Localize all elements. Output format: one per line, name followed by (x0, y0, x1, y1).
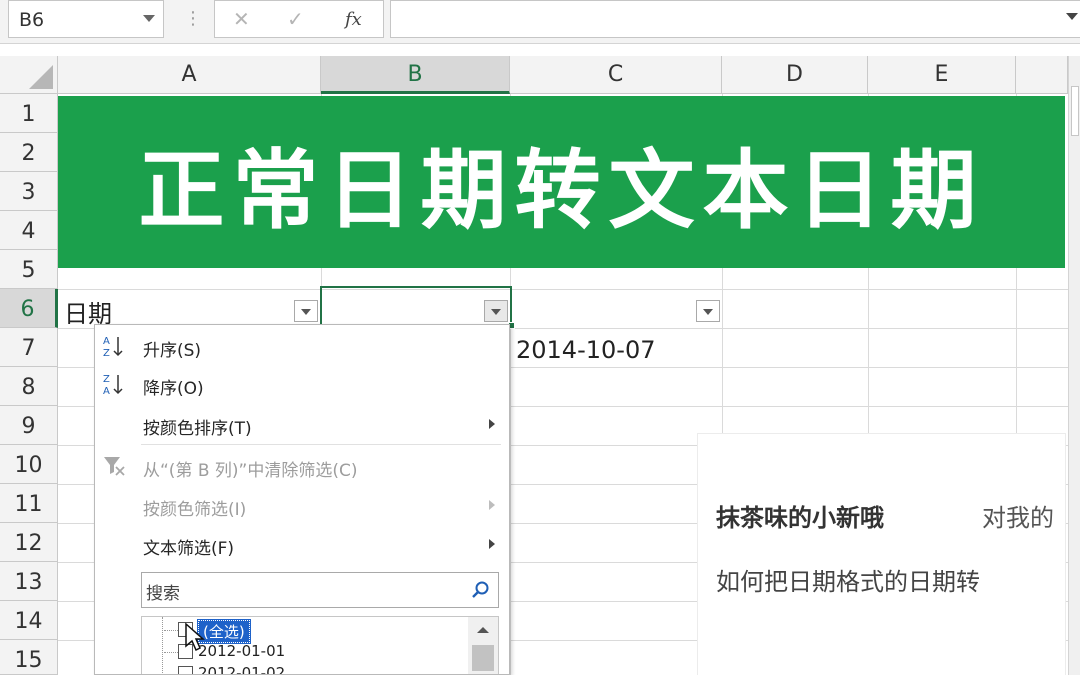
mouse-cursor-icon (185, 622, 205, 652)
row-header-13[interactable]: 13 (0, 562, 58, 601)
menu-item-sort-descending[interactable]: Z A 降序(O) (95, 365, 509, 403)
sort-descending-icon: Z A (103, 374, 123, 397)
row-header-2[interactable]: 2 (0, 133, 58, 172)
row-header-5[interactable]: 5 (0, 250, 58, 289)
column-header-e[interactable]: E (868, 56, 1016, 94)
formula-bar-grip-icon: ⋮ (184, 8, 202, 29)
row-header-6[interactable]: 6 (0, 289, 58, 328)
svg-text:Z: Z (103, 374, 110, 385)
insert-function-icon[interactable]: fx (345, 9, 362, 30)
menu-label: 从“(第 B 列)”中清除筛选(C) (143, 461, 358, 481)
column-header-b[interactable]: B (321, 56, 510, 94)
submenu-arrow-icon (489, 500, 495, 510)
row-header-8[interactable]: 8 (0, 367, 58, 406)
filter-dropdown-b[interactable] (484, 300, 508, 322)
submenu-arrow-icon (489, 419, 495, 429)
formula-bar: B6 ⋮ ✕ ✓ fx (0, 0, 1080, 44)
row-header-4[interactable]: 4 (0, 211, 58, 250)
article-text-line2: 如何把日期格式的日期转 (716, 568, 980, 596)
cancel-icon[interactable]: ✕ (233, 7, 250, 31)
search-icon (472, 581, 489, 598)
list-item-select-all[interactable]: (全选) (164, 619, 464, 644)
row-header-12[interactable]: 12 (0, 523, 58, 562)
row-header-7[interactable]: 7 (0, 328, 58, 367)
row-header-11[interactable]: 11 (0, 484, 58, 523)
menu-label: 按颜色筛选(I) (143, 500, 247, 520)
formula-buttons: ✕ ✓ fx (214, 0, 384, 38)
row-header-14[interactable]: 14 (0, 601, 58, 640)
menu-item-sort-by-color[interactable]: 按颜色排序(T) (95, 405, 509, 443)
menu-label: 升序(S) (143, 341, 202, 361)
select-all-corner[interactable] (0, 56, 58, 94)
menu-item-filter-by-color[interactable]: 按颜色筛选(I) (95, 486, 509, 524)
row-header-9[interactable]: 9 (0, 406, 58, 445)
menu-label: 文本筛选(F) (143, 539, 235, 559)
article-overlay: 抹茶味的小新哦 对我的 如何把日期格式的日期转 (698, 434, 1065, 675)
name-box-value: B6 (19, 9, 45, 31)
gridline (58, 289, 1068, 290)
menu-label: 降序(O) (143, 379, 204, 399)
banner-title: 正常日期转文本日期 (138, 140, 985, 241)
scrollbar-thumb[interactable] (1071, 86, 1079, 136)
menu-separator (141, 444, 501, 445)
search-placeholder: 搜索 (146, 584, 180, 604)
menu-item-clear-filter[interactable]: 从“(第 B 列)”中清除筛选(C) (95, 447, 509, 485)
formula-input[interactable] (390, 0, 1080, 38)
menu-item-sort-ascending[interactable]: A Z 升序(S) (95, 327, 509, 365)
filter-dropdown-c[interactable] (696, 300, 720, 322)
expand-formula-bar-icon[interactable] (1066, 13, 1078, 20)
article-author[interactable]: 抹茶味的小新哦 (716, 498, 884, 533)
svg-text:A: A (103, 336, 110, 347)
column-header-a[interactable]: A (58, 56, 321, 94)
filter-search-input[interactable]: 搜索 (141, 572, 499, 608)
autofilter-menu: A Z 升序(S) Z A 降序(O) 按颜色排序(T) 从“(第 B 列)”中… (94, 324, 510, 675)
vertical-scrollbar[interactable] (1068, 56, 1080, 675)
clear-filter-icon (104, 457, 125, 476)
filter-dropdown-a[interactable] (294, 300, 318, 322)
scroll-up-icon[interactable] (477, 627, 489, 633)
title-banner[interactable]: 正常日期转文本日期 (58, 96, 1065, 268)
row-header-15[interactable]: 15 (0, 640, 58, 675)
svg-text:Z: Z (103, 348, 110, 359)
scrollbar-thumb[interactable] (472, 645, 494, 671)
list-scrollbar[interactable] (468, 617, 498, 674)
menu-item-text-filters[interactable]: 文本筛选(F) (95, 525, 509, 563)
row-header-10[interactable]: 10 (0, 445, 58, 484)
list-item-label: 2012-01-02 (198, 664, 286, 675)
name-box-dropdown-icon[interactable] (143, 15, 155, 22)
column-header-d[interactable]: D (722, 56, 868, 94)
article-text: 对我的 (982, 504, 1054, 532)
column-header-c[interactable]: C (510, 56, 722, 94)
list-item[interactable]: 2012-01-02 (164, 663, 464, 675)
cell-c7[interactable]: 2014-10-07 (516, 336, 655, 364)
column-header-f[interactable] (1016, 56, 1068, 94)
enter-icon[interactable]: ✓ (287, 7, 304, 31)
checkbox[interactable] (178, 666, 193, 674)
row-header-1[interactable]: 1 (0, 94, 58, 133)
list-item[interactable]: 2012-01-01 (164, 641, 464, 663)
submenu-arrow-icon (489, 539, 495, 549)
row-header-3[interactable]: 3 (0, 172, 58, 211)
sort-ascending-icon: A Z (103, 336, 123, 359)
svg-text:A: A (103, 386, 110, 397)
menu-label: 按颜色排序(T) (143, 419, 252, 439)
list-item-label: 2012-01-01 (198, 642, 286, 660)
name-box[interactable]: B6 (8, 0, 164, 38)
